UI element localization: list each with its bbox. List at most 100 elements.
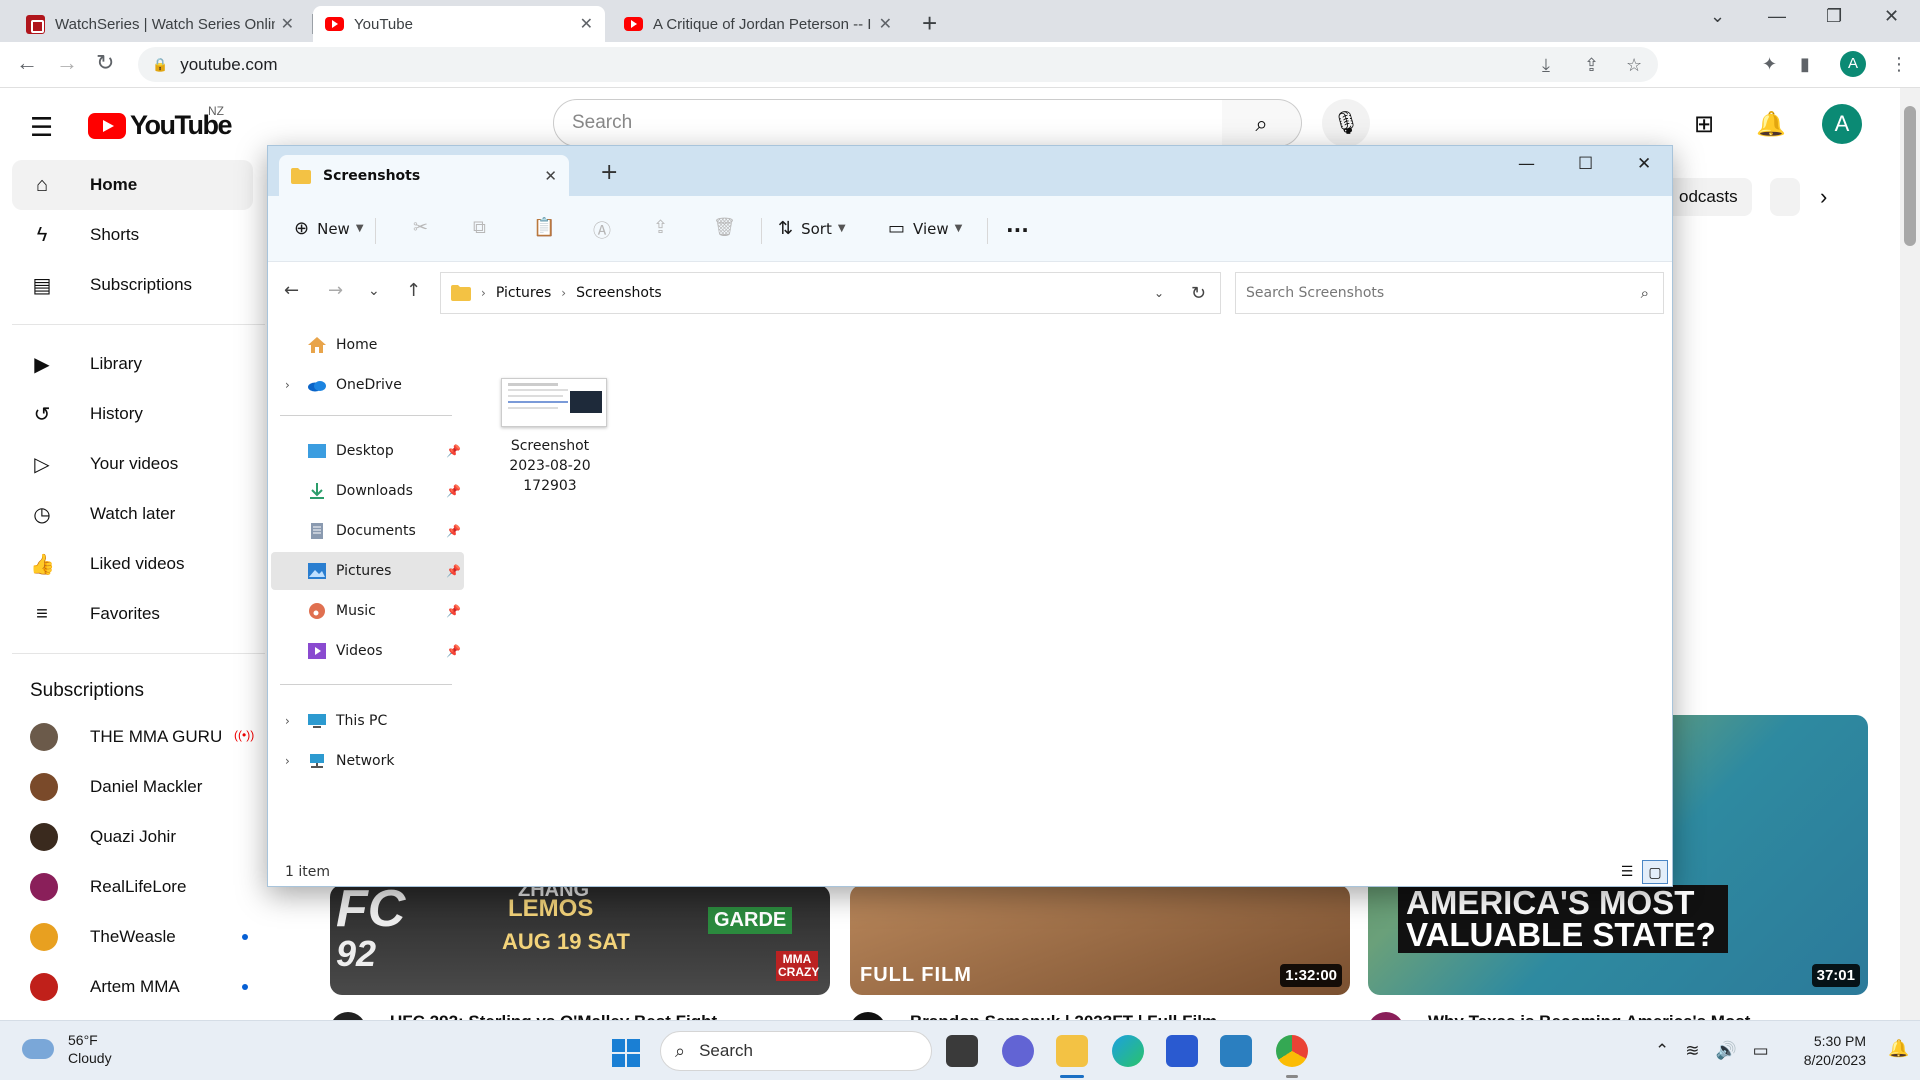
chevron-right-icon[interactable]: ›: [1820, 178, 1827, 216]
nav-item-pictures[interactable]: Pictures 📌: [271, 552, 464, 590]
new-tab-button[interactable]: +: [922, 8, 937, 39]
close-window-icon[interactable]: ✕: [1637, 154, 1651, 174]
new-button[interactable]: ⊕ New ▼: [294, 218, 364, 239]
chrome-profile-avatar[interactable]: A: [1840, 51, 1866, 77]
explorer-address-bar[interactable]: › Pictures › Screenshots ⌄ ↻: [440, 272, 1221, 314]
pin-icon[interactable]: 📌: [446, 524, 461, 538]
nav-item-home[interactable]: Home: [271, 326, 464, 364]
video-title[interactable]: Why Texas is Becoming America's Most: [1428, 1012, 1868, 1020]
sidebar-item-liked-videos[interactable]: 👍 Liked videos: [12, 539, 253, 589]
file-item-screenshot[interactable]: Screenshot 2023-08-20 172903: [487, 378, 613, 508]
back-icon[interactable]: ←: [284, 280, 299, 301]
chevron-down-icon[interactable]: ⌄: [1710, 6, 1725, 27]
minimize-icon[interactable]: —: [1768, 6, 1786, 27]
browser-tab-watchseries[interactable]: WatchSeries | Watch Series Online ✕: [14, 6, 306, 42]
close-icon[interactable]: ✕: [879, 14, 892, 34]
youtube-account-avatar[interactable]: A: [1822, 104, 1862, 144]
sidebar-item-watch-later[interactable]: ◷ Watch later: [12, 489, 253, 539]
subscription-item[interactable]: TheWeasle: [0, 912, 265, 962]
chevron-right-icon[interactable]: ›: [285, 754, 290, 768]
subscription-item[interactable]: RealLifeLore: [0, 862, 265, 912]
more-menu-icon[interactable]: ⋮: [1890, 54, 1908, 75]
weather-widget[interactable]: 56°F Cloudy: [22, 1031, 112, 1067]
maximize-icon[interactable]: ☐: [1578, 154, 1593, 174]
channel-avatar[interactable]: [850, 1012, 886, 1020]
forward-icon[interactable]: →: [328, 280, 343, 301]
subscription-item[interactable]: Quazi Johir: [0, 812, 265, 862]
volume-icon[interactable]: 🔊: [1716, 1041, 1737, 1061]
channel-avatar[interactable]: [1368, 1012, 1404, 1020]
minimize-icon[interactable]: —: [1518, 154, 1535, 174]
pin-icon[interactable]: 📌: [446, 444, 461, 458]
subscription-item[interactable]: Daniel Mackler: [0, 762, 265, 812]
pin-icon[interactable]: 📌: [446, 604, 461, 618]
hamburger-menu-icon[interactable]: ☰: [30, 112, 53, 143]
close-icon[interactable]: ✕: [580, 14, 593, 34]
close-icon[interactable]: ✕: [544, 167, 557, 185]
sidebar-item-your-videos[interactable]: ▷ Your videos: [12, 439, 253, 489]
view-button[interactable]: ▭ View ▼: [888, 218, 962, 239]
copy-icon[interactable]: ⧉: [473, 217, 486, 238]
pin-icon[interactable]: 📌: [446, 564, 461, 578]
breadcrumb-screenshots[interactable]: Screenshots: [576, 285, 662, 301]
nav-item-network[interactable]: › Network: [271, 742, 464, 780]
close-icon[interactable]: ✕: [281, 14, 294, 34]
browser-tab-youtube[interactable]: YouTube ✕: [313, 6, 605, 42]
channel-avatar[interactable]: [330, 1012, 366, 1020]
youtube-logo[interactable]: YouTube NZ: [88, 104, 232, 141]
more-options-icon[interactable]: ···: [1006, 218, 1029, 242]
nav-item-desktop[interactable]: Desktop 📌: [271, 432, 464, 470]
notifications-bell-icon[interactable]: 🔔: [1756, 110, 1786, 139]
nav-item-onedrive[interactable]: › OneDrive: [271, 366, 464, 404]
install-icon[interactable]: ⤓: [1542, 55, 1550, 76]
sidebar-item-favorites[interactable]: ≡ Favorites: [12, 589, 253, 639]
chevron-right-icon[interactable]: ›: [285, 378, 290, 392]
subscription-item[interactable]: THE MMA GURU ((•)): [0, 712, 265, 762]
video-title[interactable]: UFC 292: Sterling vs O'Malley Best Fight: [390, 1012, 830, 1020]
pin-icon[interactable]: 📌: [446, 644, 461, 658]
side-panel-icon[interactable]: ▮: [1800, 54, 1810, 75]
notification-icon[interactable]: 🔔: [1888, 1039, 1909, 1059]
voice-search-button[interactable]: 🎙: [1322, 99, 1370, 147]
explorer-tab-screenshots[interactable]: Screenshots ✕: [279, 155, 569, 196]
forward-icon[interactable]: →: [56, 50, 78, 76]
nav-item-this-pc[interactable]: › This PC: [271, 702, 464, 740]
reload-icon[interactable]: ↻: [96, 50, 114, 76]
share-icon[interactable]: ⇪: [1584, 55, 1599, 76]
share-icon[interactable]: ⇪: [653, 217, 668, 238]
chip-podcasts[interactable]: odcasts: [1665, 178, 1752, 216]
scrollbar-thumb[interactable]: [1904, 106, 1916, 246]
video-thumbnail[interactable]: FC 92 ZHANG LEMOS AUG 19 SAT GARDE MMA C…: [330, 885, 830, 995]
battery-icon[interactable]: ▭: [1753, 1041, 1769, 1061]
back-icon[interactable]: ←: [16, 50, 38, 76]
paste-icon[interactable]: 📋: [533, 217, 555, 238]
nav-item-videos[interactable]: Videos 📌: [271, 632, 464, 670]
cut-icon[interactable]: ✂: [413, 217, 428, 238]
details-view-icon[interactable]: ☰: [1614, 860, 1640, 884]
sidebar-item-subscriptions[interactable]: ▤ Subscriptions: [12, 260, 253, 310]
subscription-item[interactable]: Artem MMA: [0, 962, 265, 1012]
sort-button[interactable]: ⇅ Sort ▼: [778, 218, 846, 239]
browser-tab-critique[interactable]: A Critique of Jordan Peterson -- I ✕: [612, 6, 904, 42]
edge-icon[interactable]: [1112, 1035, 1144, 1067]
teams-chat-icon[interactable]: [1002, 1035, 1034, 1067]
page-scrollbar[interactable]: [1900, 88, 1920, 1020]
chevron-up-icon[interactable]: ⌃: [1655, 1041, 1669, 1061]
sidebar-item-shorts[interactable]: ϟ Shorts: [12, 210, 253, 260]
chrome-icon[interactable]: [1276, 1035, 1308, 1067]
task-view-icon[interactable]: [946, 1035, 978, 1067]
close-window-icon[interactable]: ✕: [1884, 6, 1899, 27]
address-bar[interactable]: 🔒 youtube.com ☆ ⇪ ⤓: [138, 47, 1658, 82]
bookmark-star-icon[interactable]: ☆: [1626, 55, 1642, 76]
restore-icon[interactable]: ❐: [1826, 6, 1842, 27]
up-icon[interactable]: ↑: [406, 280, 421, 301]
sidebar-item-home[interactable]: ⌂ Home: [12, 160, 253, 210]
windows-start-icon[interactable]: [612, 1039, 640, 1067]
chip-partial[interactable]: [1770, 178, 1800, 216]
chevron-down-icon[interactable]: ⌄: [1154, 286, 1164, 300]
new-tab-button[interactable]: +: [600, 160, 618, 185]
file-explorer-icon[interactable]: [1056, 1035, 1088, 1067]
rename-icon[interactable]: Ⓐ: [593, 217, 611, 243]
remote-desktop-icon[interactable]: [1220, 1035, 1252, 1067]
pin-icon[interactable]: 📌: [446, 484, 461, 498]
